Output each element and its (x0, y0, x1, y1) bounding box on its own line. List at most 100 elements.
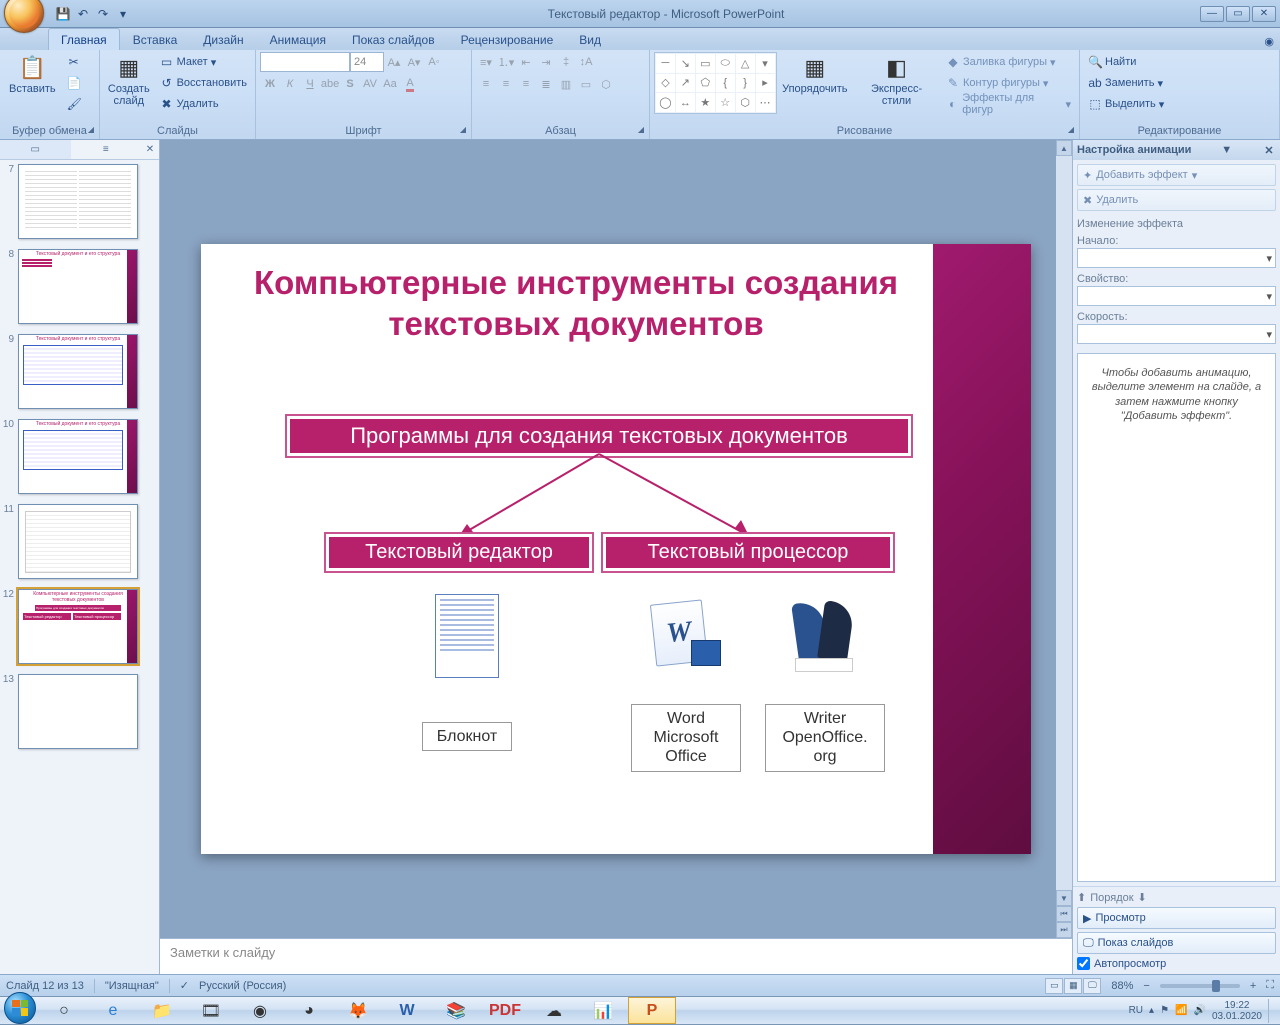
shadow-button[interactable]: S (340, 74, 360, 94)
maximize-button[interactable]: ▭ (1226, 6, 1250, 22)
layout-button[interactable]: ▭Макет ▾ (156, 52, 251, 72)
decrease-indent-button[interactable]: ⇤ (516, 52, 536, 72)
paste-button[interactable]: 📋 Вставить (4, 52, 61, 98)
tray-lang[interactable]: RU (1129, 1005, 1143, 1016)
new-slide-button[interactable]: ▦ Создать слайд (104, 52, 154, 110)
taskbar-ooimpress-icon[interactable]: 📊 (579, 997, 627, 1024)
taskbar-winrar-icon[interactable]: 📚 (432, 997, 480, 1024)
columns-button[interactable]: ▥ (556, 74, 576, 94)
view-normal-button[interactable]: ▭ (1045, 978, 1063, 994)
taskbar-videos-icon[interactable]: 🎞 (187, 997, 235, 1024)
grow-font-button[interactable]: A▴ (384, 52, 404, 72)
thumb-9[interactable]: Текстовый документ и его структура (18, 334, 138, 409)
view-slideshow-button[interactable]: 🖵 (1083, 978, 1101, 994)
copy-button[interactable]: 📄 (63, 73, 85, 93)
select-button[interactable]: ⬚Выделить ▾ (1084, 94, 1168, 114)
smartart-button[interactable]: ⬡ (596, 74, 616, 94)
prev-slide-button[interactable]: ⏮ (1056, 906, 1072, 922)
change-case-button[interactable]: Aa (380, 74, 400, 94)
thumbs-tab-slides[interactable]: ▭ (0, 140, 71, 159)
thumb-13[interactable] (18, 674, 138, 749)
tray-flag-icon[interactable]: ⚑ (1160, 1005, 1169, 1016)
strike-button[interactable]: abe (320, 74, 340, 94)
next-slide-button[interactable]: ⏭ (1056, 922, 1072, 938)
tray-show-hidden-icon[interactable]: ▴ (1149, 1005, 1154, 1016)
thumb-10[interactable]: Текстовый документ и его структура (18, 419, 138, 494)
minimize-button[interactable]: ― (1200, 6, 1224, 22)
align-left-button[interactable]: ≡ (476, 74, 496, 94)
format-painter-button[interactable]: 🖌 (63, 94, 85, 114)
tab-review[interactable]: Рецензирование (448, 28, 567, 50)
underline-button[interactable]: Ч (300, 74, 320, 94)
remove-effect-button[interactable]: ✖Удалить (1077, 189, 1276, 211)
taskbar-pdf-icon[interactable]: PDF (481, 997, 529, 1024)
tab-slideshow[interactable]: Показ слайдов (339, 28, 448, 50)
find-button[interactable]: 🔍Найти (1084, 52, 1168, 72)
shapes-gallery[interactable]: ─↘▭⬭△▾ ◇↗⬠{}▸ ◯↔★☆⬡⋯ (654, 52, 777, 114)
tray-network-icon[interactable]: 📶 (1175, 1005, 1187, 1016)
zoom-percent[interactable]: 88% (1111, 980, 1133, 992)
zoom-out-button[interactable]: − (1143, 980, 1149, 992)
order-down-icon[interactable]: ⬇ (1138, 891, 1147, 904)
taskbar-powerpoint-icon[interactable]: P (628, 997, 676, 1024)
taskbar-chrome-icon[interactable]: ◕ (285, 997, 333, 1024)
text-direction-button[interactable]: ↕A (576, 52, 596, 72)
delete-slide-button[interactable]: ✖Удалить (156, 94, 251, 114)
ribbon-help-icon[interactable]: ◉ (1258, 33, 1280, 50)
scroll-up-button[interactable]: ▲ (1056, 140, 1072, 156)
zoom-in-button[interactable]: + (1250, 980, 1256, 992)
thumb-7[interactable] (18, 164, 138, 239)
tray-volume-icon[interactable]: 🔊 (1193, 1005, 1205, 1016)
paragraph-launcher[interactable]: ◢ (635, 125, 647, 137)
fit-to-window-button[interactable]: ⛶ (1266, 979, 1274, 992)
arrange-button[interactable]: ▦Упорядочить (779, 52, 852, 98)
reset-button[interactable]: ↺Восстановить (156, 73, 251, 93)
taskbar-yadisk-icon[interactable]: ☁ (530, 997, 578, 1024)
shape-outline-button[interactable]: ✎Контур фигуры ▾ (942, 73, 1075, 93)
italic-button[interactable]: К (280, 74, 300, 94)
numbering-button[interactable]: ⒈▾ (496, 52, 516, 72)
speed-combo[interactable]: ▾ (1077, 324, 1276, 344)
tab-view[interactable]: Вид (566, 28, 614, 50)
tab-design[interactable]: Дизайн (190, 28, 256, 50)
thumb-8[interactable]: Текстовый документ и его структура (18, 249, 138, 324)
font-launcher[interactable]: ◢ (457, 125, 469, 137)
slideshow-button[interactable]: 🖵 Показ слайдов (1077, 932, 1276, 954)
justify-button[interactable]: ≣ (536, 74, 556, 94)
taskbar-aimp-icon[interactable]: ◉ (236, 997, 284, 1024)
bold-button[interactable]: Ж (260, 74, 280, 94)
taskbar-ie-icon[interactable]: e (89, 997, 137, 1024)
align-right-button[interactable]: ≡ (516, 74, 536, 94)
font-family-combo[interactable] (260, 52, 350, 72)
shrink-font-button[interactable]: A▾ (404, 52, 424, 72)
cut-button[interactable]: ✂ (63, 52, 85, 72)
font-size-combo[interactable]: 24 (350, 52, 384, 72)
qat-customize-icon[interactable]: ▾ (114, 5, 132, 23)
thumb-12[interactable]: Компьютерные инструменты создания тексто… (18, 589, 138, 664)
preview-button[interactable]: ▶ Просмотр (1077, 907, 1276, 929)
add-effect-button[interactable]: ✦Добавить эффект ▾ (1077, 164, 1276, 186)
thumbs-tab-close[interactable]: ✕ (141, 140, 159, 159)
view-sorter-button[interactable]: ▦ (1064, 978, 1082, 994)
bullets-button[interactable]: ≡▾ (476, 52, 496, 72)
slide-canvas[interactable]: Компьютерные инструменты создания тексто… (201, 244, 1031, 854)
tab-animation[interactable]: Анимация (257, 28, 339, 50)
shape-fill-button[interactable]: ◆Заливка фигуры ▾ (942, 52, 1075, 72)
tray-clock[interactable]: 19:2203.01.2020 (1212, 1000, 1262, 1022)
thumbs-tab-outline[interactable]: ≡ (71, 140, 142, 159)
property-combo[interactable]: ▾ (1077, 286, 1276, 306)
clear-format-button[interactable]: A◦ (424, 52, 444, 72)
qat-save-icon[interactable]: 💾 (54, 5, 72, 23)
autopreview-checkbox[interactable] (1077, 957, 1090, 970)
taskbar-firefox-icon[interactable]: 🦊 (334, 997, 382, 1024)
taskbar-explorer-icon[interactable]: 📁 (138, 997, 186, 1024)
order-up-icon[interactable]: ⬆ (1077, 891, 1086, 904)
char-spacing-button[interactable]: AV (360, 74, 380, 94)
scroll-down-button[interactable]: ▼ (1056, 890, 1072, 906)
animpane-dropdown[interactable]: ▼ (1221, 144, 1232, 156)
zoom-slider[interactable] (1160, 984, 1240, 988)
taskbar-yandex-icon[interactable]: ○ (40, 997, 88, 1024)
align-text-button[interactable]: ▭ (576, 74, 596, 94)
line-spacing-button[interactable]: ‡ (556, 52, 576, 72)
close-button[interactable]: ✕ (1252, 6, 1276, 22)
